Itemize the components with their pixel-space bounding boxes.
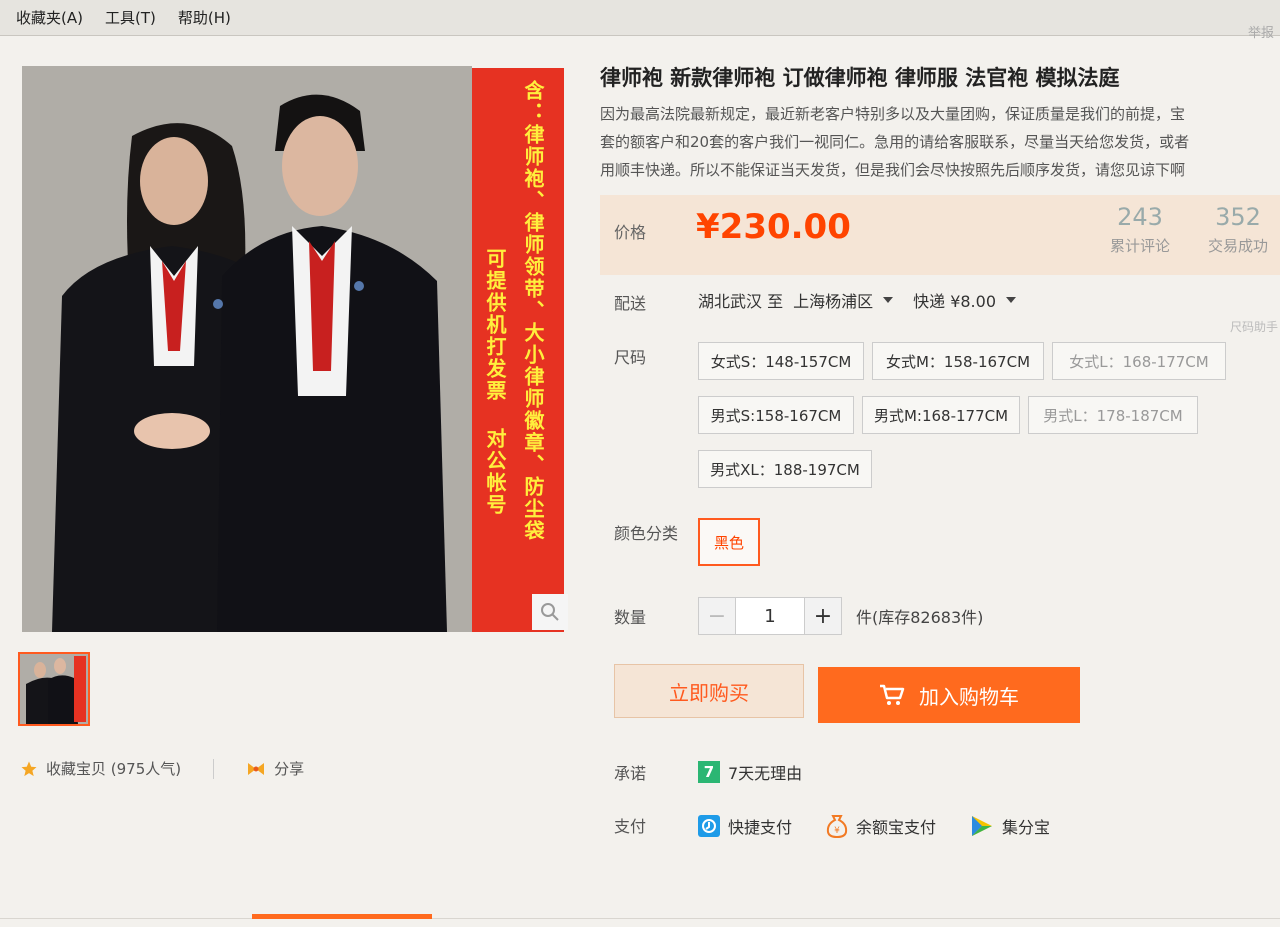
promise-row: 7 7天无理由 — [698, 760, 802, 784]
size-option[interactable]: 男式M:168-177CM — [862, 396, 1020, 434]
promise-text[interactable]: 7天无理由 — [728, 760, 802, 784]
banner-text-includes: 含：律师袍、律师领带、大小律师徽章、防尘袋 — [521, 80, 545, 542]
promo-banner: 含：律师袍、律师领带、大小律师徽章、防尘袋 可提供机打发票 对公帐号 — [472, 68, 564, 632]
payment-method: 集分宝 — [970, 814, 1050, 838]
magnifier-icon — [541, 603, 559, 621]
report-link[interactable]: 举报 — [1248, 22, 1274, 41]
shipping-from: 湖北武汉 至 — [698, 292, 784, 311]
seven-day-return-icon: 7 — [698, 761, 720, 783]
menu-bar: 收藏夹(A) 工具(T) 帮助(H) 举报 — [0, 0, 1280, 41]
thumbnail-image[interactable] — [18, 652, 90, 726]
sales-count: 352 — [1215, 203, 1261, 231]
menu-tools[interactable]: 工具(T) — [105, 7, 156, 28]
price-panel: 价格 ¥230.00 243 累计评论 352 交易成功 — [600, 195, 1280, 275]
quick-pay-label: 快捷支付 — [728, 818, 793, 837]
shipping-method[interactable]: 快递 ¥8.00 — [913, 288, 996, 312]
desc-line: 用顺丰快递。所以不能保证当天发货，但是我们会尽快按照先后顺序发货，请您见谅下啊 — [600, 161, 1186, 179]
buy-now-button[interactable]: 立即购买 — [614, 664, 804, 718]
payment-method: ¥ 余额宝支付 — [826, 814, 936, 838]
jifenbao-label: 集分宝 — [1002, 818, 1051, 837]
reviews-count: 243 — [1117, 203, 1163, 231]
divider — [213, 758, 215, 779]
seven-day-icon-text: 7 — [703, 763, 715, 781]
shipping-label: 配送 — [614, 294, 647, 313]
sales-label: 交易成功 — [1208, 237, 1269, 255]
shipping-row: 湖北武汉 至 上海杨浦区 快递 ¥8.00 — [698, 288, 1036, 312]
size-option[interactable]: 男式S:158-167CM — [698, 396, 854, 434]
svg-text:¥: ¥ — [834, 826, 840, 836]
quick-pay-icon — [698, 815, 720, 837]
social-row: 收藏宝贝 (975人气) 分享 — [20, 758, 304, 779]
favorite-button[interactable]: 收藏宝贝 (975人气) — [46, 758, 181, 779]
size-option[interactable]: 男式XL：188-197CM — [698, 450, 872, 488]
product-description: 因为最高法院最新规定，最近新老客户特别多以及大量团购，保证质量是我们的前提，宝 … — [600, 100, 1280, 184]
payment-label: 支付 — [614, 817, 647, 836]
product-main-image[interactable] — [22, 66, 472, 632]
quantity-input[interactable]: 1 — [736, 597, 804, 635]
quantity-stepper: − 1 + 件(库存82683件) — [698, 597, 983, 635]
share-icon — [246, 761, 266, 777]
promise-label: 承诺 — [614, 764, 647, 783]
add-to-cart-label: 加入购物车 — [919, 684, 1019, 709]
cart-icon — [880, 684, 905, 705]
share-button[interactable]: 分享 — [274, 758, 304, 779]
quantity-decrease-button[interactable]: − — [698, 597, 736, 635]
jifenbao-icon — [970, 814, 994, 838]
divider — [0, 918, 1280, 919]
price-label: 价格 — [614, 223, 647, 242]
size-option[interactable]: 男式L：178-187CM — [1028, 396, 1198, 434]
chevron-down-icon[interactable] — [883, 297, 894, 303]
size-label: 尺码 — [614, 348, 647, 367]
desc-line: 套的额客户和20套的客户我们一视同仁。急用的请给客服联系，尽量当天给您发货，或者 — [600, 133, 1190, 151]
product-photo-illustration — [22, 66, 472, 632]
star-icon — [20, 760, 38, 778]
size-option[interactable]: 女式M：158-167CM — [872, 342, 1044, 380]
banner-text-invoice: 可提供机打发票 对公帐号 — [483, 248, 507, 516]
size-helper-link[interactable]: 尺码助手 — [1230, 318, 1278, 335]
size-option[interactable]: 女式S：148-157CM — [698, 342, 864, 380]
add-to-cart-button[interactable]: 加入购物车 — [818, 667, 1080, 723]
menu-help[interactable]: 帮助(H) — [178, 7, 231, 28]
stock-text: 件(库存82683件) — [856, 608, 984, 627]
color-label: 颜色分类 — [614, 524, 679, 543]
size-option[interactable]: 女式L：168-177CM — [1052, 342, 1226, 380]
reviews-stat[interactable]: 243 累计评论 — [1110, 203, 1170, 256]
yuebao-label: 余额宝支付 — [856, 818, 937, 837]
product-gallery: 含：律师袍、律师领带、大小律师徽章、防尘袋 可提供机打发票 对公帐号 — [22, 66, 568, 636]
yuebao-icon: ¥ — [826, 814, 848, 838]
reviews-label: 累计评论 — [1110, 237, 1171, 255]
shipping-destination[interactable]: 上海杨浦区 — [793, 288, 873, 312]
quantity-label: 数量 — [614, 608, 647, 627]
payment-method: 快捷支付 — [698, 814, 792, 838]
thumbnail-illustration — [20, 654, 88, 724]
chevron-down-icon[interactable] — [1006, 297, 1017, 303]
active-tab-indicator — [252, 914, 432, 919]
quantity-increase-button[interactable]: + — [804, 597, 842, 635]
color-option-black[interactable]: 黑色 — [698, 518, 760, 566]
menu-favorites[interactable]: 收藏夹(A) — [16, 7, 83, 28]
product-title: 律师袍 新款律师袍 订做律师袍 律师服 法官袍 模拟法庭 — [600, 66, 1120, 90]
price-value: ¥230.00 — [696, 207, 851, 247]
zoom-button[interactable] — [532, 594, 568, 630]
desc-line: 因为最高法院最新规定，最近新老客户特别多以及大量团购，保证质量是我们的前提，宝 — [600, 105, 1186, 123]
payment-row: 快捷支付 ¥ 余额宝支付 集分宝 — [698, 814, 1084, 838]
sales-stat: 352 交易成功 — [1208, 203, 1268, 256]
